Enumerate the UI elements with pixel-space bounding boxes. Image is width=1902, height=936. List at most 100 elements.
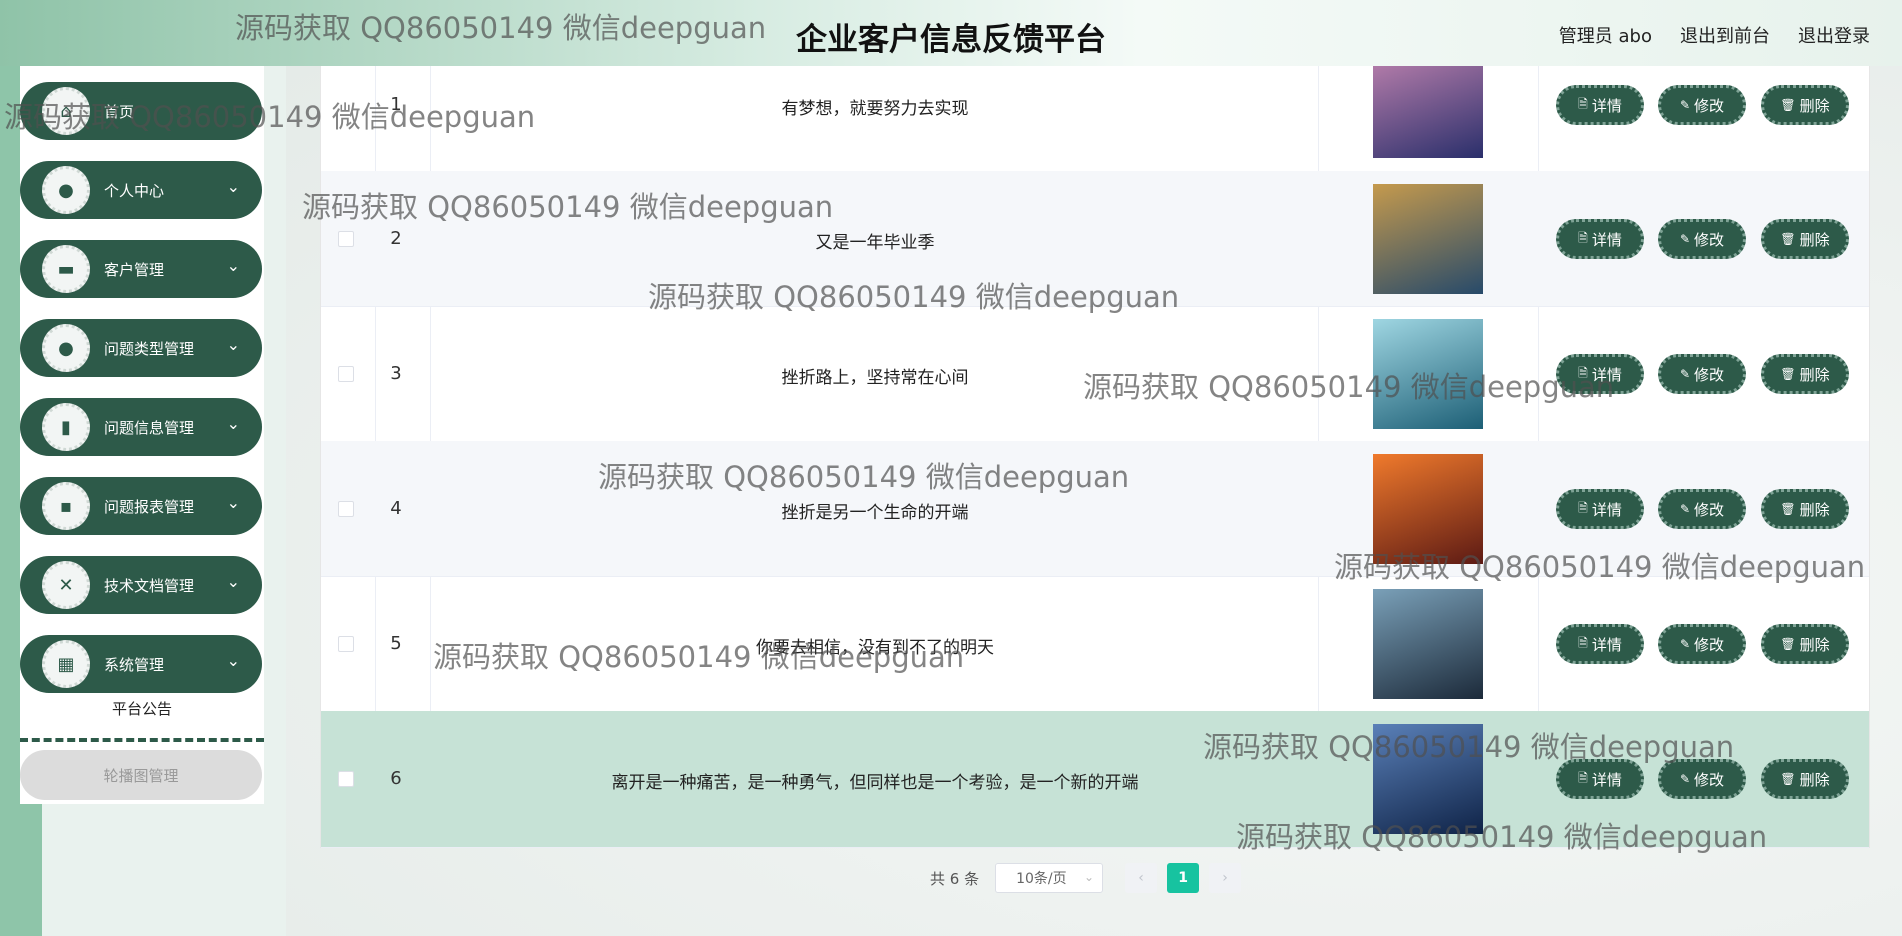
logout-link[interactable]: 退出登录 [1798,22,1870,48]
row-checkbox[interactable] [338,501,354,517]
chevron-down-icon: ⌄ [226,414,240,433]
document-icon: 🗎 [1578,500,1588,515]
trash-icon: 🗑 [1780,367,1796,381]
table-row: 6 离开是一种痛苦，是一种勇气，但同样也是一个考验，是一个新的开端 🗎 详情 ✎ 修改 🗑 删… [321,711,1869,848]
trash-icon: 🗑 [1780,502,1796,516]
row-content: 你要去相信，没有到不了的明天 [756,638,994,658]
trash-icon: 🗑 [1780,772,1796,786]
sidebar-subitem-carousel-management[interactable]: 轮播图管理 [20,750,262,800]
delete-button[interactable]: 🗑 删除 [1761,85,1849,125]
detail-button[interactable]: 🗎 详情 [1556,354,1644,394]
row-image [1373,724,1483,834]
table-row: 1 有梦想，就要努力去实现 🗎 详情 ✎ 修改 🗑 删除 [321,66,1869,172]
sidebar-item-question-info-management[interactable]: ▮ 问题信息管理 ⌄ [20,398,262,456]
row-image [1373,589,1483,699]
edit-button[interactable]: ✎ 修改 [1658,354,1746,394]
book-icon: ▮ [42,403,90,451]
prev-page-button[interactable]: ‹ [1125,863,1158,893]
page-number-button[interactable]: 1 [1167,863,1200,893]
table-row: 3 挫折路上，坚持常在心间 🗎 详情 ✎ 修改 🗑 删除 [321,306,1869,442]
delete-button[interactable]: 🗑 删除 [1761,489,1849,529]
edit-button[interactable]: ✎ 修改 [1658,489,1746,529]
edit-button[interactable]: ✎ 修改 [1658,624,1746,664]
chevron-down-icon: ⌄ [226,651,240,670]
row-checkbox[interactable] [338,636,354,652]
detail-button[interactable]: 🗎 详情 [1556,489,1644,529]
chevron-down-icon: ⌄ [226,177,240,196]
detail-button-label: 详情 [1591,365,1622,384]
chevron-down-icon: ⌄ [226,493,240,512]
chevron-down-icon: ⌄ [1084,870,1095,884]
chevron-down-icon: ⌄ [226,256,240,275]
sidebar-item-label: 客户管理 [104,261,165,279]
user-icon: ● [42,166,90,214]
pencil-icon: ✎ [1679,502,1691,516]
row-image [1373,66,1483,158]
delete-button-label: 删除 [1799,770,1830,789]
row-checkbox[interactable] [338,231,354,247]
row-content: 有梦想，就要努力去实现 [781,99,969,119]
chevron-down-icon: ⌄ [226,335,240,354]
edit-button[interactable]: ✎ 修改 [1658,219,1746,259]
sidebar-item-label: 个人中心 [104,182,165,200]
pencil-icon: ✎ [1679,98,1691,112]
sidebar-item-label: 技术文档管理 [104,577,195,595]
page-size-select[interactable]: 10条/页 ⌄ [995,863,1104,893]
page-size-value: 10条/页 [1016,871,1067,887]
row-image [1373,184,1483,294]
back-to-front-link[interactable]: 退出到前台 [1680,22,1770,48]
admin-label: 管理员 abo [1558,26,1652,47]
sidebar-item-label: 首页 [104,103,135,121]
pencil-icon: ✎ [1679,367,1691,381]
next-page-button[interactable]: › [1209,863,1242,893]
document-icon: 🗎 [1578,635,1588,650]
detail-button[interactable]: 🗎 详情 [1556,759,1644,799]
sidebar-item-customer-management[interactable]: ▬ 客户管理 ⌄ [20,240,262,298]
detail-button-label: 详情 [1591,770,1622,789]
edit-button[interactable]: ✎ 修改 [1658,759,1746,799]
delete-button[interactable]: 🗑 删除 [1761,354,1849,394]
monitor-icon: ▬ [42,245,90,293]
trash-icon: 🗑 [1780,98,1796,112]
row-index: 1 [390,94,402,115]
sidebar-item-home[interactable]: ⌂ 首页 [20,82,262,140]
data-table: 1 有梦想，就要努力去实现 🗎 详情 ✎ 修改 🗑 删除 2 又是一年毕业季 🗎 详情 ✎ 修改 🗑 删除 3 挫… [320,66,1870,848]
trash-icon: 🗑 [1780,232,1796,246]
delete-button[interactable]: 🗑 删除 [1761,759,1849,799]
row-index: 4 [390,498,402,519]
row-content: 又是一年毕业季 [815,233,935,253]
detail-button-label: 详情 [1591,96,1622,115]
sidebar-item-personal-center[interactable]: ● 个人中心 ⌄ [20,161,262,219]
document-icon: 🗎 [1578,770,1588,785]
sidebar-subitem-platform-notice[interactable]: 平台公告 [20,698,264,719]
delete-button-label: 删除 [1799,500,1830,519]
sidebar-item-tech-doc-management[interactable]: ✕ 技术文档管理 ⌄ [20,556,262,614]
detail-button-label: 详情 [1591,635,1622,654]
detail-button[interactable]: 🗎 详情 [1556,219,1644,259]
row-checkbox[interactable] [338,771,354,787]
sidebar: ⌂ 首页 ● 个人中心 ⌄ ▬ 客户管理 ⌄ ● 问题类型管理 ⌄ ▮ 问题信息… [20,66,264,804]
row-image [1373,454,1483,564]
home-icon: ⌂ [42,87,90,135]
edit-button-label: 修改 [1694,770,1725,789]
edit-button-label: 修改 [1694,230,1725,249]
detail-button-label: 详情 [1591,230,1622,249]
row-checkbox[interactable] [338,366,354,382]
sidebar-item-question-type-management[interactable]: ● 问题类型管理 ⌄ [20,319,262,377]
detail-button[interactable]: 🗎 详情 [1556,85,1644,125]
delete-button-label: 删除 [1799,365,1830,384]
table-row: 2 又是一年毕业季 🗎 详情 ✎ 修改 🗑 删除 [321,171,1869,307]
table-row: 5 你要去相信，没有到不了的明天 🗎 详情 ✎ 修改 🗑 删除 [321,576,1869,712]
edit-button-label: 修改 [1694,500,1725,519]
row-content: 挫折路上，坚持常在心间 [781,368,969,388]
delete-button-label: 删除 [1799,96,1830,115]
delete-button-label: 删除 [1799,635,1830,654]
delete-button[interactable]: 🗑 删除 [1761,624,1849,664]
edit-button[interactable]: ✎ 修改 [1658,85,1746,125]
sidebar-item-question-report-management[interactable]: ▪ 问题报表管理 ⌄ [20,477,262,535]
row-index: 2 [390,228,402,249]
detail-button[interactable]: 🗎 详情 [1556,624,1644,664]
sidebar-item-system-management[interactable]: ▦ 系统管理 ⌄ [20,635,262,693]
table-row: 4 挫折是另一个生命的开端 🗎 详情 ✎ 修改 🗑 删除 [321,441,1869,577]
delete-button[interactable]: 🗑 删除 [1761,219,1849,259]
